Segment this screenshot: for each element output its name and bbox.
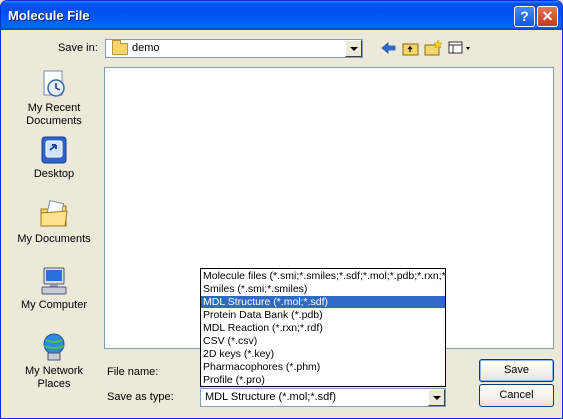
type-option[interactable]: Pharmacophores (*.phm) <box>201 361 445 373</box>
type-option[interactable]: Protein Data Bank (*.pdb) <box>201 309 445 321</box>
save-as-type-dropdown[interactable]: Molecule files (*.smi;*.smiles;*.sdf;*.m… <box>200 268 446 387</box>
network-places-icon <box>43 333 65 361</box>
save-in-value: demo <box>132 42 160 54</box>
desktop-icon <box>41 136 67 164</box>
place-label: My Network Places <box>24 365 84 390</box>
type-option-selected[interactable]: MDL Structure (*.mol;*.sdf) <box>201 296 445 308</box>
place-label: My Documents <box>17 233 91 245</box>
place-label: My Recent Documents <box>26 102 82 127</box>
place-label: Desktop <box>33 168 75 180</box>
chevron-down-icon[interactable] <box>428 389 445 406</box>
my-documents-icon <box>40 200 68 227</box>
molecule-file-dialog: Molecule File ? ✕ Save in: demo My Recen… <box>0 0 563 419</box>
save-button[interactable]: Save <box>479 359 554 382</box>
views-menu-button[interactable] <box>447 39 473 57</box>
new-folder-button[interactable] <box>423 39 443 57</box>
recent-documents-icon <box>43 70 65 97</box>
help-button[interactable]: ? <box>514 6 535 27</box>
place-my-computer[interactable]: My Computer <box>10 265 98 312</box>
cancel-button[interactable]: Cancel <box>479 384 554 407</box>
back-button[interactable] <box>379 39 399 57</box>
window-title: Molecule File <box>8 8 90 23</box>
view-menu-icon <box>448 41 470 54</box>
type-option[interactable]: CSV (*.csv) <box>201 335 445 347</box>
place-recent-documents[interactable]: My Recent Documents <box>10 68 98 128</box>
save-in-label: Save in: <box>58 42 98 54</box>
up-folder-icon <box>402 43 419 56</box>
place-desktop[interactable]: Desktop <box>10 134 98 181</box>
chevron-down-icon[interactable] <box>345 40 362 57</box>
places-bar: My Recent Documents Desktop My Documents <box>10 64 98 407</box>
save-as-type-value: MDL Structure (*.mol;*.sdf) <box>205 391 337 403</box>
my-computer-icon <box>41 267 67 295</box>
up-folder-button[interactable] <box>401 39 421 57</box>
title-bar[interactable]: Molecule File ? ✕ <box>1 1 562 30</box>
place-network-places[interactable]: My Network Places <box>10 331 98 391</box>
type-option[interactable]: 2D keys (*.key) <box>201 348 445 360</box>
folder-icon <box>112 40 128 55</box>
save-in-combo[interactable]: demo <box>105 39 363 58</box>
file-name-label: File name: <box>107 366 159 378</box>
type-option[interactable]: Smiles (*.smi;*.smiles) <box>201 283 445 295</box>
new-folder-icon <box>424 39 443 56</box>
back-arrow-icon <box>381 42 396 54</box>
save-as-type-combo[interactable]: MDL Structure (*.mol;*.sdf) <box>200 388 446 407</box>
place-my-documents[interactable]: My Documents <box>10 199 98 246</box>
type-option[interactable]: Profile (*.pro) <box>201 374 445 386</box>
place-label: My Computer <box>20 299 88 311</box>
close-button[interactable]: ✕ <box>537 6 558 27</box>
save-as-type-label: Save as type: <box>107 391 174 403</box>
type-option[interactable]: Molecule files (*.smi;*.smiles;*.sdf;*.m… <box>201 270 445 282</box>
type-option[interactable]: MDL Reaction (*.rxn;*.rdf) <box>201 322 445 334</box>
